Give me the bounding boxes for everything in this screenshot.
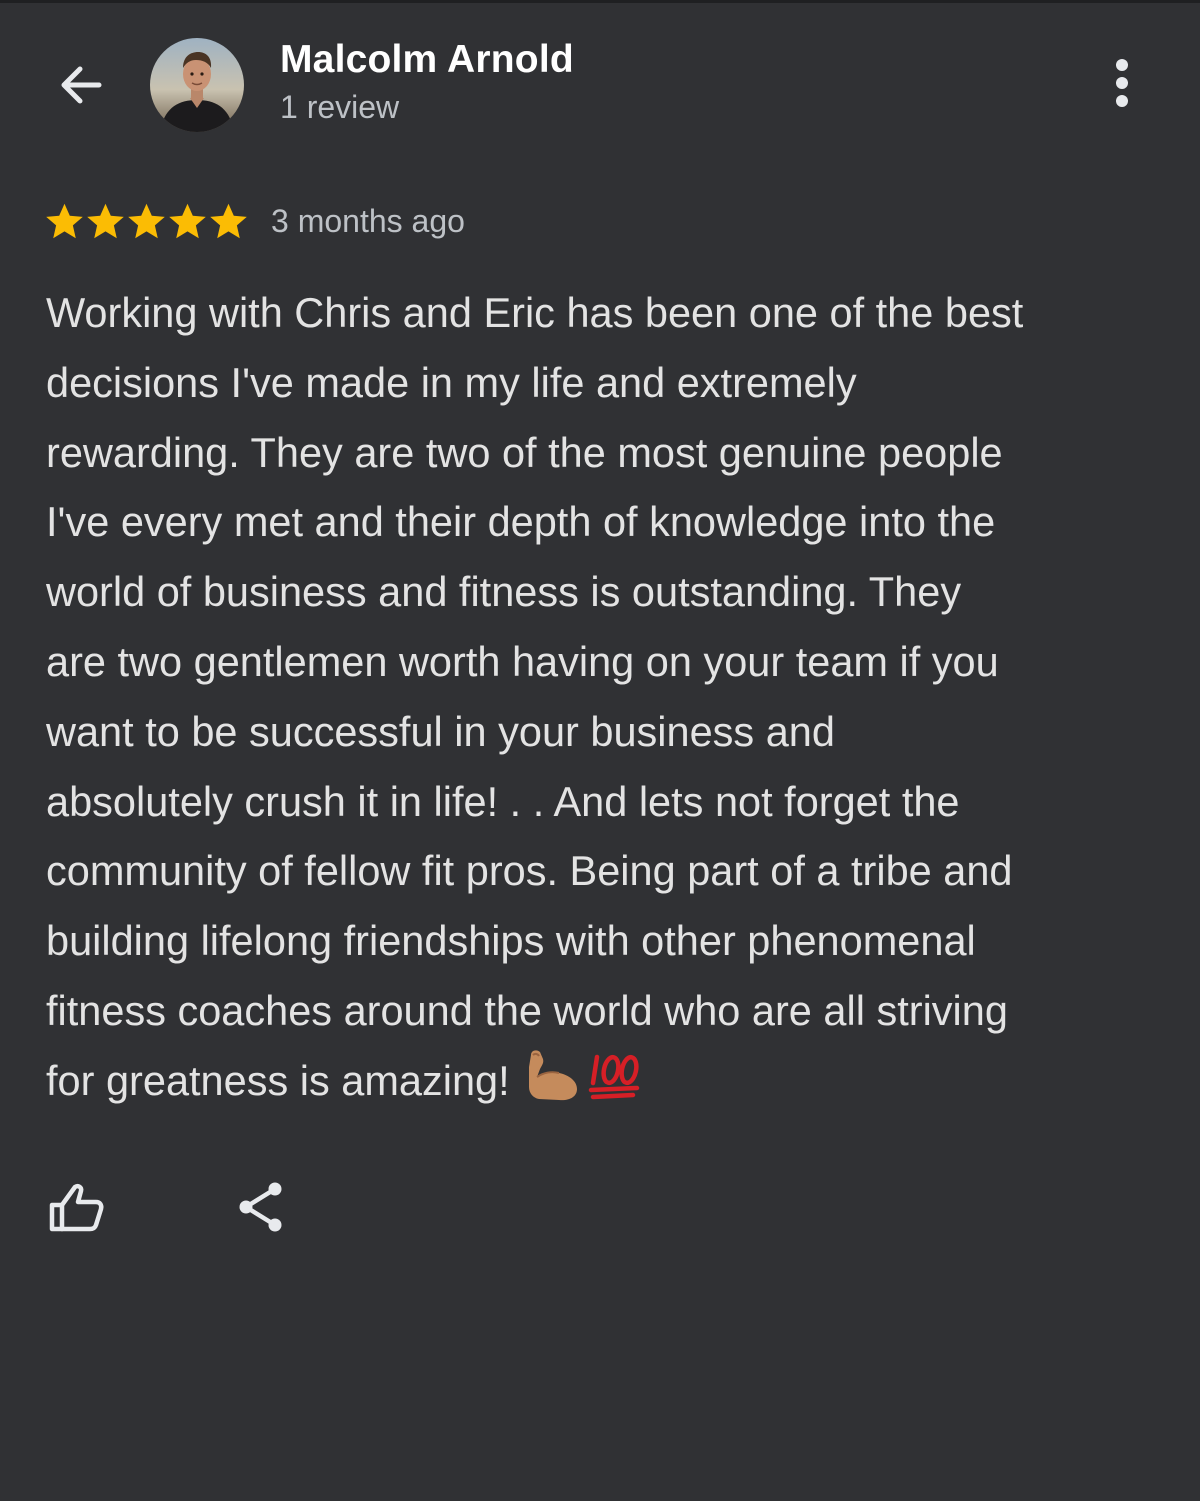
review-text: want to be successful in your business a… (46, 707, 835, 755)
more-options-button[interactable] (1096, 52, 1148, 116)
review-text: are two gentlemen worth having on your t… (46, 637, 999, 685)
review-text-line: community of fellow fit pros. Being part… (46, 836, 1166, 906)
rating-row: 3 months ago (44, 198, 465, 244)
review-text: I've every met and their depth of knowle… (46, 498, 996, 546)
back-button[interactable] (46, 50, 116, 120)
review-text-line: decisions I've made in my life and extre… (46, 348, 1166, 418)
review-text-line: for greatness is amazing! (46, 1046, 1166, 1116)
star-icon (128, 203, 165, 238)
share-button[interactable] (226, 1172, 296, 1242)
review-text: rewarding. They are two of the most genu… (46, 428, 1003, 476)
review-text: fitness coaches around the world who are… (46, 986, 1008, 1034)
review-text-line: fitness coaches around the world who are… (46, 976, 1166, 1046)
arrow-back-icon (61, 66, 102, 104)
review-text-line: are two gentlemen worth having on your t… (46, 627, 1166, 697)
review-text-line: rewarding. They are two of the most genu… (46, 418, 1166, 488)
review-text: Working with Chris and Eric has been one… (46, 289, 1024, 336)
review-text: community of fellow fit pros. Being part… (46, 847, 1013, 895)
more-vertical-icon (1116, 59, 1128, 107)
hundred-points-emoji (588, 1054, 640, 1100)
avatar[interactable] (150, 38, 244, 132)
flexed-biceps-emoji (529, 1050, 578, 1100)
share-icon (239, 1182, 282, 1232)
reviewer-name[interactable]: Malcolm Arnold (280, 38, 574, 82)
review-text-line: Working with Chris and Eric has been one… (46, 278, 1166, 348)
review-text-line: world of business and fitness is outstan… (46, 557, 1166, 627)
star-rating (44, 201, 249, 242)
reviewer-header: Malcolm Arnold 1 review (0, 0, 1200, 170)
thumbs-up-icon (49, 1183, 104, 1232)
review-text: world of business and fitness is outstan… (46, 568, 962, 616)
review-count: 1 review (280, 89, 400, 125)
review-text: building lifelong friendships with other… (46, 917, 976, 965)
review-body: Working with Chris and Eric has been one… (46, 278, 1166, 1116)
reviewer-photo (150, 38, 244, 132)
star-icon (210, 203, 247, 238)
star-icon (87, 203, 124, 238)
star-icon (169, 203, 206, 238)
star-icon (46, 203, 83, 238)
review-text-line: absolutely crush it in life! . . And let… (46, 767, 1166, 837)
review-text: decisions I've made in my life and extre… (46, 358, 857, 406)
review-text: absolutely crush it in life! . . And let… (46, 777, 960, 825)
review-text-line: building lifelong friendships with other… (46, 906, 1166, 976)
like-button[interactable] (40, 1172, 112, 1242)
review-text-line: want to be successful in your business a… (46, 697, 1166, 767)
review-date: 3 months ago (271, 202, 465, 239)
review-text-line: I've every met and their depth of knowle… (46, 487, 1166, 557)
review-text: for greatness is amazing! (46, 1056, 510, 1104)
